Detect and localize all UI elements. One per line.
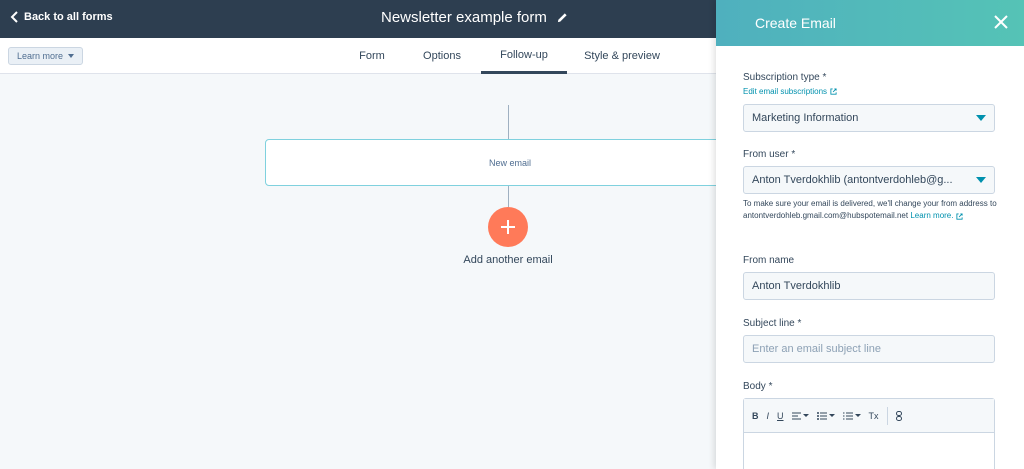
body-editor[interactable]: B I U Tx (743, 398, 995, 469)
sub-navigation: Learn more Form Options Follow-up Style … (0, 38, 716, 74)
from-user-value: Anton Tverdokhlib (antontverdohleb@g... (752, 174, 953, 186)
subject-line-label: Subject line * (743, 318, 802, 329)
back-label: Back to all forms (24, 11, 113, 23)
create-email-panel: Create Email Subscription type * Edit em… (716, 0, 1024, 469)
learn-more-link[interactable]: Learn more. (910, 210, 964, 222)
top-bar: Back to all forms Newsletter example for… (0, 0, 716, 38)
subject-line-input[interactable]: Enter an email subject line (743, 335, 995, 363)
link-button[interactable] (895, 410, 902, 421)
caret-down-icon (854, 414, 861, 417)
from-user-select[interactable]: Anton Tverdokhlib (antontverdohleb@g... (743, 166, 995, 194)
from-user-help-text: To make sure your email is delivered, we… (743, 199, 997, 208)
form-title[interactable]: Newsletter example form (381, 9, 568, 26)
tab-options[interactable]: Options (416, 38, 468, 74)
from-user-help: To make sure your email is delivered, we… (743, 198, 997, 222)
add-email-button[interactable] (488, 207, 528, 247)
align-left-icon (791, 412, 801, 419)
email-card[interactable]: New email (265, 139, 725, 186)
dropdown-arrow-icon (976, 177, 986, 183)
from-user-label: From user * (743, 149, 796, 160)
caret-down-icon (68, 54, 75, 58)
align-dropdown[interactable] (791, 412, 809, 420)
bullet-list-dropdown[interactable] (816, 411, 835, 420)
connector-line (508, 105, 509, 139)
pencil-icon[interactable] (557, 12, 568, 23)
underline-button[interactable]: U (777, 411, 784, 421)
edit-subscriptions-link[interactable]: Edit email subscriptions (743, 87, 837, 96)
close-icon[interactable] (994, 15, 1008, 29)
caret-down-icon (828, 414, 835, 417)
email-card-label: New email (489, 157, 532, 168)
from-name-input[interactable]: Anton Tverdokhlib (743, 272, 995, 300)
from-name-label: From name (743, 255, 795, 266)
panel-title: Create Email (755, 15, 836, 31)
from-user-help-address: antontverdohleb.gmail.com@hubspotemail.n… (743, 211, 909, 220)
learn-more-dropdown[interactable]: Learn more (8, 47, 84, 65)
subscription-type-select[interactable]: Marketing Information (743, 104, 995, 132)
numbered-list-icon (842, 412, 853, 419)
numbered-list-dropdown[interactable] (842, 412, 861, 420)
bold-button[interactable]: B (752, 411, 759, 421)
chevron-left-icon (10, 11, 18, 23)
edit-subscriptions-text: Edit email subscriptions (743, 87, 828, 96)
learn-more-link-text: Learn more. (910, 211, 954, 220)
clear-formatting-button[interactable]: Tx (869, 411, 879, 421)
panel-header: Create Email (716, 0, 1024, 46)
link-icon (895, 410, 902, 421)
subscription-type-label: Subscription type * (743, 72, 827, 83)
connector-line (508, 186, 509, 207)
body-label: Body * (743, 381, 773, 392)
subscription-type-value: Marketing Information (752, 112, 859, 124)
tab-follow-up[interactable]: Follow-up (481, 38, 567, 74)
form-title-text: Newsletter example form (381, 9, 547, 26)
tab-form[interactable]: Form (350, 38, 394, 74)
tab-style-preview[interactable]: Style & preview (580, 38, 664, 74)
dropdown-arrow-icon (976, 115, 986, 121)
external-link-icon (956, 212, 964, 220)
italic-button[interactable]: I (767, 411, 770, 421)
learn-more-label: Learn more (17, 51, 64, 61)
external-link-icon (830, 88, 837, 95)
caret-down-icon (802, 414, 809, 417)
bullet-list-icon (816, 411, 827, 420)
back-to-forms-link[interactable]: Back to all forms (10, 11, 113, 23)
add-email-label[interactable]: Add another email (430, 254, 586, 266)
editor-toolbar: B I U Tx (744, 399, 994, 433)
plus-icon (501, 220, 515, 234)
toolbar-divider (886, 406, 888, 425)
